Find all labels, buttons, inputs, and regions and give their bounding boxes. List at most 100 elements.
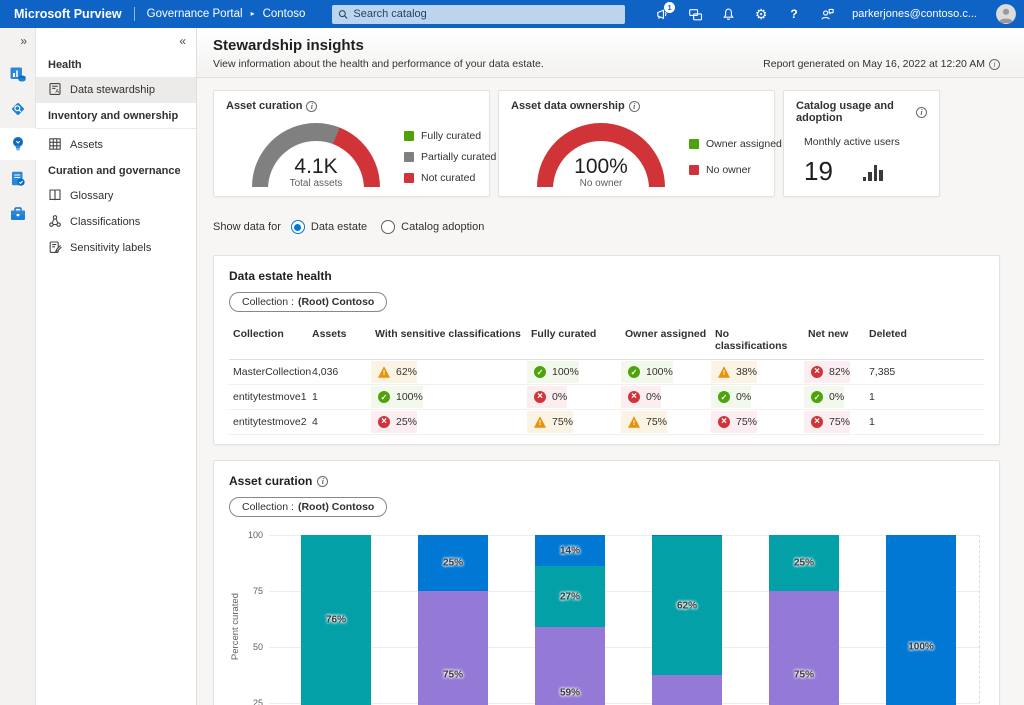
report-generated-text: Report generated on May 16, 2022 at 12:2… bbox=[763, 58, 985, 70]
brand-title[interactable]: Microsoft Purview bbox=[14, 7, 122, 21]
classifications-icon bbox=[48, 214, 62, 231]
info-icon[interactable]: i bbox=[306, 101, 317, 112]
user-avatar[interactable] bbox=[996, 4, 1016, 24]
radio-option-catalog-adoption[interactable]: Catalog adoption bbox=[381, 220, 484, 234]
column-header: Owner assigned bbox=[621, 322, 711, 359]
stacked-bar-chart: Percent curated 100755025 76%25%75%14%27… bbox=[229, 535, 984, 705]
metric-cell-fill: 0% bbox=[527, 386, 567, 408]
user-email[interactable]: parkerjones@contoso.c... bbox=[852, 8, 977, 20]
announcements-badge: 1 bbox=[664, 2, 675, 13]
stacked-bar[interactable]: 14%27%59% bbox=[535, 535, 605, 705]
card-title-text: Asset data ownership bbox=[511, 100, 625, 112]
insights-icon[interactable] bbox=[0, 128, 36, 160]
bar-segment-purple bbox=[769, 591, 839, 705]
stacked-bar[interactable]: 25%75% bbox=[418, 535, 488, 705]
collection-filter-pill[interactable]: Collection : (Root) Contoso bbox=[229, 497, 387, 517]
announcements-icon[interactable]: 1 bbox=[654, 6, 670, 22]
metric-cell-fill: 75% bbox=[527, 411, 573, 433]
notifications-bell-icon[interactable] bbox=[720, 6, 736, 22]
info-icon[interactable]: i bbox=[629, 101, 640, 112]
metric-cell: 100% bbox=[371, 385, 527, 409]
gauge-value-label: No owner bbox=[537, 178, 665, 189]
collection-filter-pill[interactable]: Collection : (Root) Contoso bbox=[229, 292, 387, 312]
stacked-bar[interactable]: ≈ 0%62% bbox=[652, 535, 722, 705]
report-generated: Report generated on May 16, 2022 at 12:2… bbox=[763, 58, 1000, 70]
bar-segment-teal bbox=[301, 535, 371, 705]
legend-item: Not curated bbox=[404, 172, 496, 184]
gridline bbox=[269, 647, 980, 648]
search-input[interactable] bbox=[353, 8, 619, 20]
metric-cell: 75% bbox=[527, 410, 621, 434]
metric-cell: 82% bbox=[804, 360, 865, 384]
metric-value: 75% bbox=[736, 416, 757, 428]
info-icon[interactable]: i bbox=[989, 59, 1000, 70]
top-bar: Microsoft Purview Governance Portal ▸ Co… bbox=[0, 0, 1024, 28]
radio-label: Catalog adoption bbox=[401, 221, 484, 233]
asset-curation-legend: Fully curatedPartially curatedNot curate… bbox=[404, 130, 496, 189]
collection-name-cell[interactable]: entitytestmove1 bbox=[229, 385, 308, 409]
sidebar-item-classifications[interactable]: Classifications bbox=[36, 209, 196, 235]
sidebar-item-sensitivity-labels[interactable]: Sensitivity labels bbox=[36, 235, 196, 261]
sidebar-item-label: Classifications bbox=[70, 216, 140, 228]
collection-name-cell[interactable]: entitytestmove2 bbox=[229, 410, 308, 434]
sidebar-item-label: Assets bbox=[70, 139, 103, 151]
pill-label: Collection : bbox=[242, 296, 294, 308]
plot-right-boundary bbox=[979, 535, 980, 705]
bar-segment-purple bbox=[418, 591, 488, 705]
policy-icon[interactable] bbox=[0, 163, 36, 195]
sidebar-item-label: Glossary bbox=[70, 190, 113, 202]
pill-value: (Root) Contoso bbox=[298, 296, 374, 308]
y-axis-label: Percent curated bbox=[230, 593, 241, 660]
legend-item: Fully curated bbox=[404, 130, 496, 142]
bar-segment-purple bbox=[535, 627, 605, 705]
metric-cell-fill: 100% bbox=[621, 361, 673, 383]
collection-name-cell[interactable]: MasterCollection bbox=[229, 360, 308, 384]
rail-expand-icon[interactable]: » bbox=[20, 34, 27, 48]
column-header: Net new bbox=[804, 322, 865, 359]
warning-status-icon bbox=[718, 366, 730, 378]
switch-organization-icon[interactable] bbox=[687, 6, 703, 22]
stacked-bar[interactable]: 76% bbox=[301, 535, 371, 705]
sidebar-item-assets[interactable]: Assets bbox=[36, 132, 196, 158]
metric-cell-fill: 75% bbox=[621, 411, 667, 433]
y-tick-label: 100 bbox=[248, 530, 263, 540]
sidebar-section-header: Health bbox=[36, 52, 196, 77]
feedback-icon[interactable] bbox=[819, 6, 835, 22]
metric-value: 100% bbox=[552, 366, 579, 378]
settings-gear-icon[interactable]: ⚙ bbox=[753, 6, 769, 22]
metric-cell: 75% bbox=[711, 410, 804, 434]
data-map-icon[interactable] bbox=[0, 58, 36, 90]
purview-app: Microsoft Purview Governance Portal ▸ Co… bbox=[0, 0, 1024, 705]
sidebar-item-glossary[interactable]: Glossary bbox=[36, 183, 196, 209]
bad-status-icon bbox=[811, 416, 823, 428]
column-header: No classifications bbox=[711, 322, 804, 359]
table-row: MasterCollection4,03662%100%100%38%82%7,… bbox=[229, 360, 984, 385]
legend-swatch bbox=[404, 152, 414, 162]
info-icon[interactable]: i bbox=[317, 476, 328, 487]
page-title: Stewardship insights bbox=[213, 37, 544, 54]
column-header: Collection bbox=[229, 322, 308, 359]
management-icon[interactable] bbox=[0, 198, 36, 230]
y-tick-label: 25 bbox=[253, 698, 263, 705]
bar-segment-teal bbox=[769, 535, 839, 591]
radio-circle-icon bbox=[381, 220, 395, 234]
metric-value: 75% bbox=[552, 416, 573, 428]
metric-cell: 100% bbox=[527, 360, 621, 384]
metric-cell: 25% bbox=[371, 410, 527, 434]
metric-cell: 0% bbox=[711, 385, 804, 409]
search-box[interactable] bbox=[332, 5, 625, 24]
radio-option-data-estate[interactable]: Data estate bbox=[291, 220, 367, 234]
sidebar-item-data-stewardship[interactable]: AData stewardship bbox=[36, 77, 196, 103]
portal-name[interactable]: Governance Portal bbox=[147, 8, 243, 20]
tenant-name[interactable]: Contoso bbox=[263, 8, 306, 20]
metric-value: 82% bbox=[829, 366, 850, 378]
info-icon[interactable]: i bbox=[916, 107, 927, 118]
stacked-bar[interactable]: 25%75% bbox=[769, 535, 839, 705]
data-catalog-icon[interactable] bbox=[0, 93, 36, 125]
help-icon[interactable]: ? bbox=[786, 6, 802, 22]
panel-collapse-icon[interactable]: « bbox=[36, 32, 196, 52]
metric-cell-fill: 75% bbox=[711, 411, 757, 433]
metric-cell: 62% bbox=[371, 360, 527, 384]
stacked-bar[interactable]: 100% bbox=[886, 535, 956, 705]
section-title-text: Data estate health bbox=[229, 269, 332, 283]
